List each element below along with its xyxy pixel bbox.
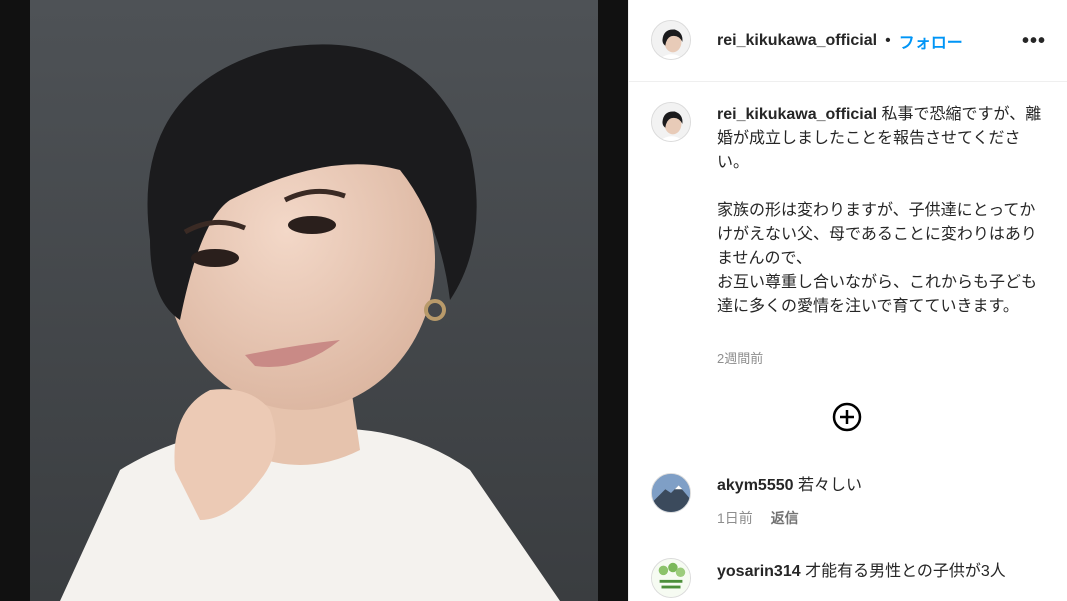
commenter-avatar[interactable]	[651, 558, 691, 598]
author-avatar[interactable]	[651, 20, 691, 60]
caption-body: 私事で恐縮ですが、離婚が成立しましたことを報告させてください。 家族の形は変わり…	[717, 106, 1042, 315]
comment-text: yosarin314 才能有る男性との子供が3人	[717, 560, 1006, 584]
post-header: rei_kikukawa_official • フォロー •••	[629, 0, 1067, 82]
post-timestamp[interactable]: 2週間前	[717, 348, 763, 367]
follow-button[interactable]: フォロー	[899, 29, 963, 53]
comment-timestamp[interactable]: 1日前	[717, 510, 753, 526]
author-username-link[interactable]: rei_kikukawa_official	[717, 32, 877, 50]
caption-text: rei_kikukawa_official 私事で恐縮ですが、離婚が成立しました…	[717, 103, 1047, 319]
comment-body: 若々しい	[797, 477, 862, 494]
post-side-panel: rei_kikukawa_official • フォロー ••• rei_kik…	[628, 0, 1067, 601]
post-photo[interactable]	[0, 0, 628, 601]
separator-dot: •	[885, 32, 891, 49]
commenter-username-link[interactable]: akym5550	[717, 477, 794, 494]
reply-button[interactable]: 返信	[771, 510, 799, 526]
comment-text: akym5550 若々しい	[717, 474, 862, 498]
caption-username-link[interactable]: rei_kikukawa_official	[717, 106, 877, 123]
commenter-avatar[interactable]	[651, 473, 691, 513]
caption-author-avatar[interactable]	[651, 102, 691, 142]
portrait-image	[0, 0, 628, 601]
plus-circle-icon[interactable]	[832, 402, 862, 432]
more-options-icon[interactable]: •••	[1022, 31, 1046, 51]
comment-meta: 1日前 返信	[717, 508, 799, 528]
comment-body: 才能有る男性との子供が3人	[805, 563, 1006, 580]
commenter-username-link[interactable]: yosarin314	[717, 563, 801, 580]
